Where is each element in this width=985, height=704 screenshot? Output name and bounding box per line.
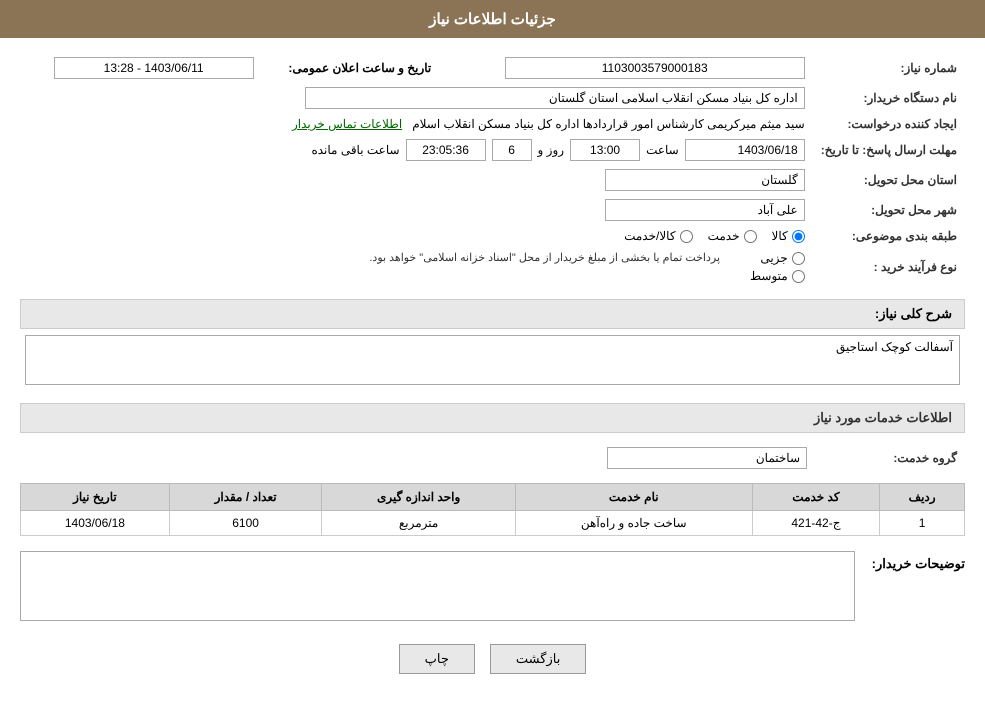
procurement-note: پرداخت تمام یا بخشی از مبلغ خریدار از مح… xyxy=(369,251,720,264)
province-value xyxy=(20,165,813,195)
category-both[interactable]: کالا/خدمت xyxy=(624,229,692,243)
page-title: جزئیات اطلاعات نیاز xyxy=(429,11,556,28)
table-row: 1 ج-42-421 ساخت جاده و راه‌آهن مترمربع 6… xyxy=(21,511,965,536)
province-input[interactable] xyxy=(605,169,805,191)
cell-name: ساخت جاده و راه‌آهن xyxy=(515,511,752,536)
province-label: استان محل تحویل: xyxy=(813,165,965,195)
category-options: کالا خدمت کالا/خدمت xyxy=(20,225,813,247)
buyer-notes-section: توضیحات خریدار: xyxy=(20,551,965,624)
requester-value: سید میثم میرکریمی کارشناس امور قراردادها… xyxy=(20,113,813,135)
buyer-notes-label: توضیحات خریدار: xyxy=(865,551,965,572)
deadline-date-input[interactable] xyxy=(685,139,805,161)
deadline-remaining-input[interactable] xyxy=(406,139,486,161)
col-quantity: تعداد / مقدار xyxy=(169,484,322,511)
col-name: نام خدمت xyxy=(515,484,752,511)
announce-value xyxy=(20,53,262,83)
deadline-days-input[interactable] xyxy=(492,139,532,161)
col-row-num: ردیف xyxy=(880,484,965,511)
print-button[interactable]: چاپ xyxy=(399,644,475,674)
city-value xyxy=(20,195,813,225)
category-label: طبقه بندی موضوعی: xyxy=(813,225,965,247)
deadline-remaining-label: ساعت باقی مانده xyxy=(311,143,399,157)
category-service[interactable]: خدمت xyxy=(708,229,757,243)
description-label-title: شرح کلی نیاز: xyxy=(875,306,952,321)
deadline-time-label: ساعت xyxy=(646,143,679,157)
col-code: کد خدمت xyxy=(752,484,880,511)
procurement-motavaset[interactable]: متوسط xyxy=(750,269,805,283)
cell-date: 1403/06/18 xyxy=(21,511,170,536)
buyer-org-input[interactable] xyxy=(305,87,805,109)
need-number-value xyxy=(459,53,812,83)
description-textarea[interactable]: آسفالت کوچک استاجیق xyxy=(25,335,960,385)
button-row: بازگشت چاپ xyxy=(20,644,965,674)
category-kala[interactable]: کالا xyxy=(772,229,805,243)
page-header: جزئیات اطلاعات نیاز xyxy=(0,0,985,38)
service-group-value xyxy=(20,443,815,473)
col-date: تاریخ نیاز xyxy=(21,484,170,511)
procurement-options: جزیی متوسط پرداخت تمام یا بخشی از مبلغ خ… xyxy=(20,247,813,287)
col-unit: واحد اندازه گیری xyxy=(322,484,516,511)
deadline-label: مهلت ارسال پاسخ: تا تاریخ: xyxy=(813,135,965,165)
announce-label: تاریخ و ساعت اعلان عمومی: xyxy=(262,53,440,83)
description-section: شرح کلی نیاز: آسفالت کوچک استاجیق xyxy=(20,299,965,388)
deadline-row: ساعت روز و ساعت باقی مانده xyxy=(20,135,813,165)
need-number-label: شماره نیاز: xyxy=(813,53,965,83)
buyer-notes-content xyxy=(20,551,855,624)
cell-code: ج-42-421 xyxy=(752,511,880,536)
need-number-input[interactable] xyxy=(505,57,805,79)
back-button[interactable]: بازگشت xyxy=(490,644,586,674)
city-label: شهر محل تحویل: xyxy=(813,195,965,225)
services-section: اطلاعات خدمات مورد نیاز گروه خدمت: ردیف … xyxy=(20,403,965,536)
main-info-table: شماره نیاز: تاریخ و ساعت اعلان عمومی: نا… xyxy=(20,53,965,287)
buyer-org-value xyxy=(20,83,813,113)
deadline-day-label: روز و xyxy=(538,143,565,157)
procurement-jozyi[interactable]: جزیی xyxy=(750,251,805,265)
service-group-label: گروه خدمت: xyxy=(815,443,965,473)
services-table: ردیف کد خدمت نام خدمت واحد اندازه گیری ت… xyxy=(20,483,965,536)
buyer-notes-textarea[interactable] xyxy=(20,551,855,621)
description-input-area: آسفالت کوچک استاجیق xyxy=(25,335,960,388)
procurement-label: نوع فرآیند خرید : xyxy=(813,247,965,287)
announce-input[interactable] xyxy=(54,57,254,79)
service-group-input[interactable] xyxy=(607,447,807,469)
city-input[interactable] xyxy=(605,199,805,221)
cell-unit: مترمربع xyxy=(322,511,516,536)
services-section-title: اطلاعات خدمات مورد نیاز xyxy=(20,403,965,433)
cell-row-num: 1 xyxy=(880,511,965,536)
buyer-org-label: نام دستگاه خریدار: xyxy=(813,83,965,113)
requester-text: سید میثم میرکریمی کارشناس امور قراردادها… xyxy=(412,117,805,131)
deadline-time-input[interactable] xyxy=(570,139,640,161)
requester-contact-link[interactable]: اطلاعات تماس خریدار xyxy=(292,117,402,131)
cell-quantity: 6100 xyxy=(169,511,322,536)
requester-label: ایجاد کننده درخواست: xyxy=(813,113,965,135)
description-section-title: شرح کلی نیاز: xyxy=(20,299,965,329)
